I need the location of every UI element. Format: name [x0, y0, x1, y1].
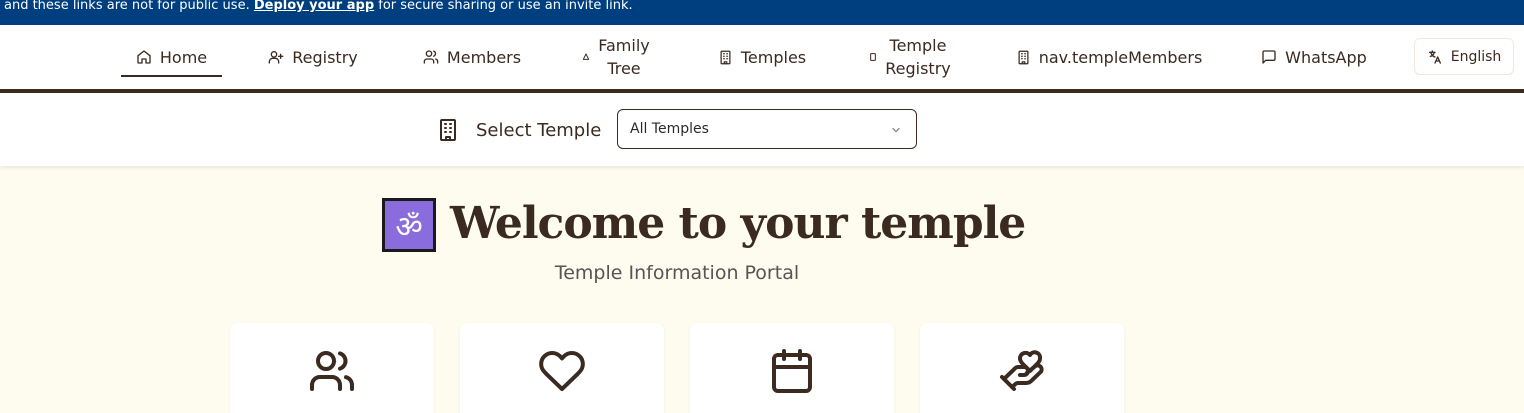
nav-item-home[interactable]: Home	[121, 25, 222, 89]
language-label: English	[1450, 48, 1502, 65]
nav-item-temples[interactable]: Temples	[708, 25, 816, 89]
heart-icon	[539, 350, 585, 391]
feature-card-events[interactable]	[690, 323, 894, 413]
main-nav: Home Registry Members Family Tree Temple…	[0, 25, 1524, 89]
banner-text-after: for secure sharing or use an invite link…	[374, 0, 633, 13]
om-symbol-badge: ॐ	[382, 198, 436, 252]
nav-item-members[interactable]: Members	[410, 25, 534, 89]
calendar-icon	[772, 349, 812, 393]
nav-label-members: Members	[446, 47, 522, 67]
translate-icon	[1428, 49, 1441, 64]
nav-item-temple-registry[interactable]: Temple Registry	[862, 25, 958, 89]
home-icon	[137, 50, 151, 64]
temple-select-dropdown[interactable]: All Temples	[617, 109, 917, 149]
feature-card-seva[interactable]	[920, 323, 1124, 413]
page-title: Welcome to your temple	[450, 198, 1026, 249]
message-icon	[1262, 50, 1276, 64]
feature-card-members[interactable]	[230, 323, 434, 413]
nav-label-registry: Registry	[292, 47, 358, 67]
nav-label-temples: Temples	[740, 47, 807, 67]
deploy-app-link[interactable]: Deploy your app	[254, 0, 374, 13]
building-icon	[720, 50, 731, 64]
page-subtitle: Temple Information Portal	[554, 262, 800, 284]
nav-item-family-tree[interactable]: Family Tree	[572, 25, 660, 89]
temple-select-bar: Select Temple All Temples	[0, 93, 1524, 166]
users-icon	[310, 351, 355, 391]
nav-label-family-tree: Family Tree	[598, 36, 650, 78]
chevron-down-icon	[892, 127, 900, 133]
building-icon	[870, 53, 877, 61]
temple-select-value: All Temples	[630, 121, 709, 137]
hand-heart-icon	[1000, 350, 1044, 391]
om-icon: ॐ	[395, 209, 423, 245]
deploy-notice-banner: and these links are not for public use. …	[0, 0, 1524, 25]
select-temple-label: Select Temple	[476, 119, 602, 141]
select-temple-label-group: Select Temple	[436, 117, 601, 143]
feature-card-donations[interactable]	[460, 323, 664, 413]
nav-label-whatsapp: WhatsApp	[1285, 47, 1367, 67]
building-icon	[1018, 50, 1029, 64]
family-tree-icon	[583, 53, 590, 60]
users-icon	[423, 50, 439, 64]
nav-label-home: Home	[159, 47, 208, 67]
nav-item-registry[interactable]: Registry	[262, 25, 364, 89]
building-icon	[440, 119, 456, 141]
user-plus-icon	[268, 51, 284, 64]
nav-item-whatsapp[interactable]: WhatsApp	[1252, 25, 1376, 89]
nav-label-temple-registry: Temple Registry	[885, 36, 951, 78]
language-button[interactable]: English	[1414, 38, 1514, 75]
nav-label-temple-members: nav.templeMembers	[1038, 47, 1203, 67]
nav-item-temple-members[interactable]: nav.templeMembers	[1010, 25, 1208, 89]
banner-text-before: and these links are not for public use.	[4, 0, 254, 13]
